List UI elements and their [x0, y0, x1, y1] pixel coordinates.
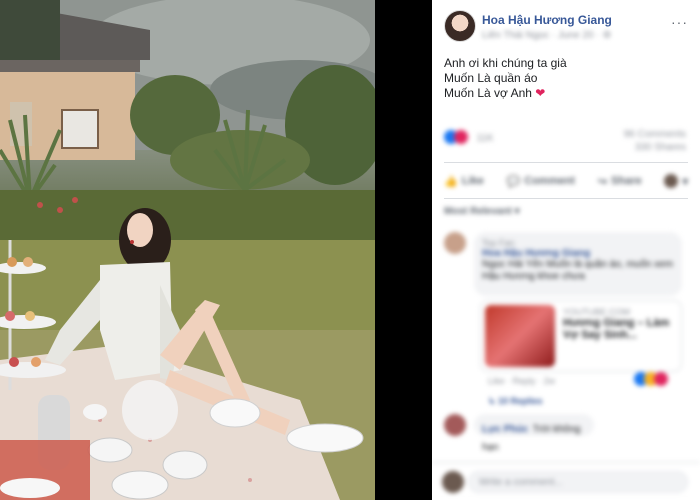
- love-reaction-icon: [454, 129, 468, 144]
- comment-item: Top Fan Hoa Hậu Hương Giang Ngọc Hải Yến…: [444, 232, 694, 422]
- speech-bubble-icon: 💬: [506, 175, 521, 188]
- shared-link-card[interactable]: YOUTUBE.COM Hương Giang – Làm Vợ Say Sin…: [480, 300, 682, 372]
- commenter-avatar[interactable]: [444, 414, 466, 436]
- caption-line: Anh ơi khi chúng ta già: [444, 56, 567, 70]
- comment-label: Comment: [524, 175, 575, 187]
- commenter-name[interactable]: Lực Phúc: [482, 424, 528, 435]
- more-options-icon[interactable]: ···: [671, 14, 688, 30]
- reactions-summary[interactable]: 11K 96 Comments 330 Shares: [444, 128, 694, 154]
- comment-bubble: Lực Phúc Trời không hạn: [474, 414, 594, 453]
- profile-thumb-icon: [664, 174, 679, 188]
- comment-button[interactable]: 💬 Comment: [507, 175, 575, 188]
- link-source: YOUTUBE.COM: [563, 307, 631, 317]
- photo-illustration: [0, 0, 375, 500]
- heart-icon: ❤: [535, 86, 546, 100]
- post-caption: Anh ơi khi chúng ta già Muốn Là quần áo …: [444, 56, 684, 101]
- link-thumbnail: [485, 305, 555, 367]
- commenter-avatar[interactable]: [444, 232, 466, 254]
- post-header: Hoa Hậu Hương Giang Liên Thái Ngọc · Jun…: [444, 10, 694, 44]
- thumbs-up-icon: 👍: [444, 175, 458, 188]
- post-side-panel: Hoa Hậu Hương Giang Liên Thái Ngọc · Jun…: [432, 0, 700, 500]
- post-meta: Liên Thái Ngọc · June 20 · ⚙: [482, 30, 612, 41]
- reaction-count: 11K: [476, 133, 494, 144]
- comment-composer: Write a comment...: [432, 462, 700, 500]
- author-avatar[interactable]: [444, 10, 476, 42]
- author-name[interactable]: Hoa Hậu Hương Giang: [482, 13, 612, 27]
- caption-line: Muốn Là quần áo: [444, 71, 538, 85]
- comment-bubble: Top Fan Hoa Hậu Hương Giang Ngọc Hải Yến…: [474, 232, 682, 296]
- divider: [444, 162, 688, 163]
- share-button[interactable]: ↪ Share: [598, 175, 642, 188]
- comment-item: Lực Phúc Trời không hạn: [444, 414, 694, 453]
- caption-line: Muốn Là vợ Anh ❤: [444, 86, 684, 101]
- comment-text: Ngọc Hải Yến Muốn là quần áo, muốn xem H…: [482, 259, 674, 282]
- write-comment-input[interactable]: Write a comment...: [468, 471, 688, 493]
- post-photo[interactable]: [0, 0, 375, 500]
- commenter-name[interactable]: Hoa Hậu Hương Giang: [482, 248, 674, 259]
- love-reaction-icon: [654, 371, 668, 386]
- like-label: Like: [461, 175, 484, 187]
- engagement-counts: 96 Comments 330 Shares: [624, 128, 686, 154]
- photo-gap: [375, 0, 432, 500]
- comment-actions[interactable]: Like · Reply · 2w: [488, 376, 555, 386]
- view-replies-link[interactable]: ↳ 10 Replies: [488, 396, 543, 407]
- comment-reactions: [634, 370, 668, 388]
- comments-count[interactable]: 96 Comments: [624, 128, 686, 141]
- comment-sort-dropdown[interactable]: Most Relevant ▾: [444, 206, 520, 217]
- like-button[interactable]: 👍 Like: [444, 175, 484, 188]
- link-text: YOUTUBE.COM Hương Giang – Làm Vợ Say Sin…: [563, 307, 675, 341]
- shares-count[interactable]: 330 Shares: [624, 141, 686, 154]
- caption-line-text: Muốn Là vợ Anh: [444, 86, 532, 100]
- link-title: Hương Giang – Làm Vợ Say Sinh...: [563, 317, 670, 341]
- divider: [444, 198, 688, 199]
- my-avatar: [442, 471, 464, 493]
- audience-selector[interactable]: ▾: [664, 174, 688, 188]
- share-arrow-icon: ↪: [597, 175, 608, 188]
- share-label: Share: [611, 175, 642, 187]
- top-fan-badge: Top Fan: [482, 238, 515, 248]
- post-actions-bar: 👍 Like 💬 Comment ↪ Share ▾: [444, 170, 688, 192]
